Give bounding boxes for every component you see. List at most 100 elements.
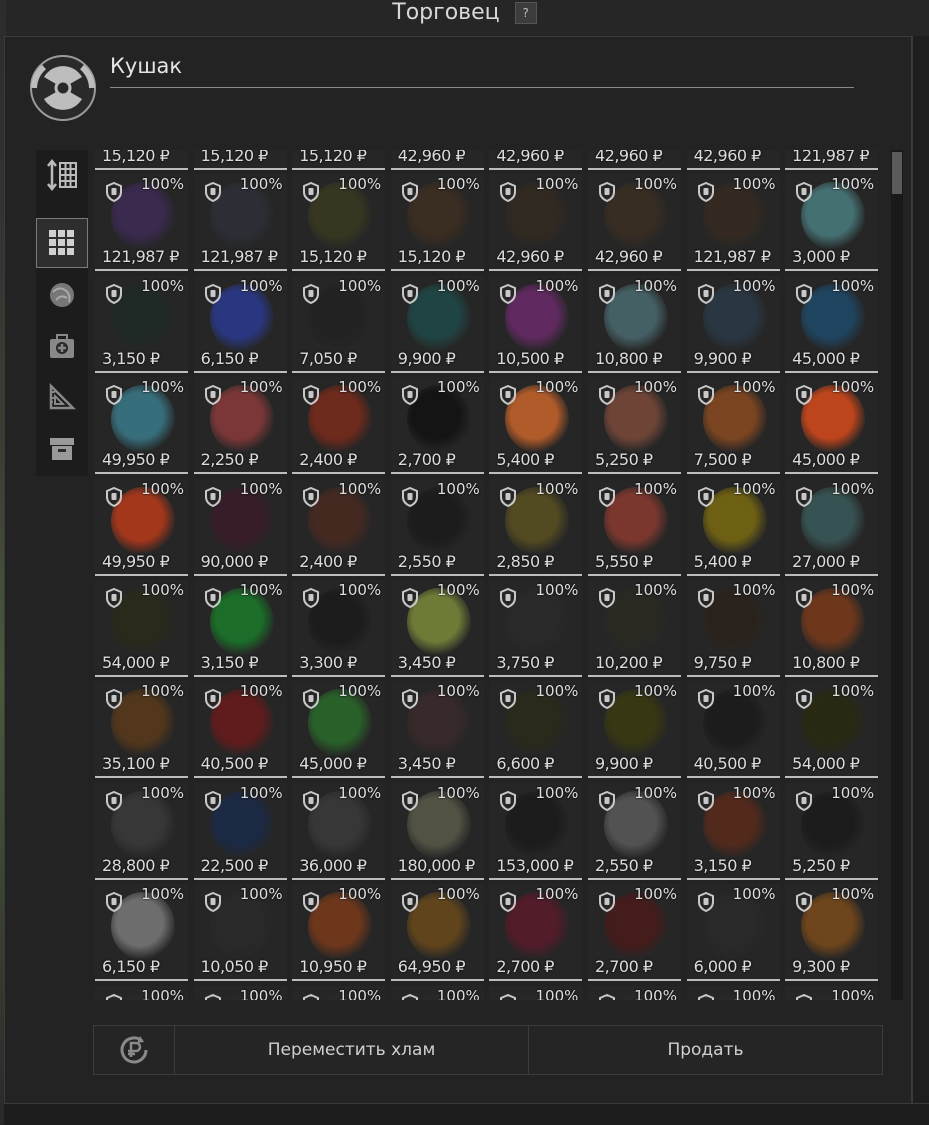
inventory-item[interactable]: 100%42,960 ₽ bbox=[588, 174, 681, 271]
inventory-item[interactable]: 100%2,550 ₽ bbox=[588, 783, 681, 880]
inventory-item[interactable]: 100%15,120 ₽ bbox=[95, 150, 188, 170]
inventory-item[interactable]: 100% bbox=[95, 986, 188, 1000]
inventory-item[interactable]: 100%45,000 ₽ bbox=[292, 681, 385, 778]
inventory-item[interactable]: 100%2,400 ₽ bbox=[292, 377, 385, 474]
inventory-item[interactable]: 100% bbox=[292, 986, 385, 1000]
item-durability: 100% bbox=[535, 581, 578, 599]
inventory-item[interactable]: 100%3,150 ₽ bbox=[194, 580, 287, 677]
inventory-item[interactable]: 100%10,950 ₽ bbox=[292, 884, 385, 981]
scrollbar-thumb[interactable] bbox=[892, 152, 902, 194]
inventory-item[interactable]: 100%45,000 ₽ bbox=[785, 276, 878, 373]
inventory-item[interactable]: 100%27,000 ₽ bbox=[785, 479, 878, 576]
inventory-item[interactable]: 100%40,500 ₽ bbox=[687, 681, 780, 778]
medicine-tab[interactable] bbox=[36, 321, 88, 371]
inventory-item[interactable]: 100%3,150 ₽ bbox=[95, 276, 188, 373]
inventory-item[interactable]: 100%42,960 ₽ bbox=[391, 150, 484, 170]
inventory-item[interactable]: 100%3,450 ₽ bbox=[391, 681, 484, 778]
inventory-item[interactable]: 100%10,200 ₽ bbox=[588, 580, 681, 677]
artifacts-tab[interactable] bbox=[36, 270, 88, 320]
inventory-item[interactable]: 100%15,120 ₽ bbox=[194, 150, 287, 170]
inventory-item[interactable]: 100%3,300 ₽ bbox=[292, 580, 385, 677]
inventory-item[interactable]: 100%54,000 ₽ bbox=[785, 681, 878, 778]
inventory-item[interactable]: 100%9,750 ₽ bbox=[687, 580, 780, 677]
inventory-item[interactable]: 100%5,250 ₽ bbox=[588, 377, 681, 474]
inventory-item[interactable]: 100%36,000 ₽ bbox=[292, 783, 385, 880]
inventory-item[interactable]: 100%3,150 ₽ bbox=[687, 783, 780, 880]
inventory-item[interactable]: 100%3,000 ₽ bbox=[785, 174, 878, 271]
inventory-item[interactable]: 100%9,900 ₽ bbox=[687, 276, 780, 373]
inventory-item[interactable]: 100%2,700 ₽ bbox=[489, 884, 582, 981]
inventory-item[interactable]: 100%2,700 ₽ bbox=[588, 884, 681, 981]
inventory-item[interactable]: 100%90,000 ₽ bbox=[194, 479, 287, 576]
inventory-item[interactable]: 100%9,900 ₽ bbox=[391, 276, 484, 373]
inventory-item[interactable]: 100%2,700 ₽ bbox=[391, 377, 484, 474]
inventory-item[interactable]: 100%42,960 ₽ bbox=[588, 150, 681, 170]
inventory-item[interactable]: 100% bbox=[687, 986, 780, 1000]
inventory-item[interactable]: 100%9,300 ₽ bbox=[785, 884, 878, 981]
inventory-item[interactable]: 100%2,550 ₽ bbox=[391, 479, 484, 576]
help-button[interactable]: ? bbox=[515, 2, 537, 24]
inventory-item[interactable]: 100%15,120 ₽ bbox=[292, 174, 385, 271]
auto-sell-button[interactable] bbox=[94, 1026, 175, 1074]
inventory-item[interactable]: 100%121,987 ₽ bbox=[785, 150, 878, 170]
inventory-item[interactable]: 100%3,450 ₽ bbox=[391, 580, 484, 677]
inventory-item[interactable]: 100%40,500 ₽ bbox=[194, 681, 287, 778]
inventory-item[interactable]: 100%10,500 ₽ bbox=[489, 276, 582, 373]
inventory-item[interactable]: 100%2,400 ₽ bbox=[292, 479, 385, 576]
inventory-item[interactable]: 100%5,400 ₽ bbox=[687, 479, 780, 576]
inventory-item[interactable]: 100%6,150 ₽ bbox=[95, 884, 188, 981]
window-bottom-bar bbox=[4, 1103, 929, 1125]
inventory-item[interactable]: 100%10,800 ₽ bbox=[588, 276, 681, 373]
inventory-item[interactable]: 100%10,800 ₽ bbox=[785, 580, 878, 677]
item-durability: 100% bbox=[634, 378, 677, 396]
shield-icon bbox=[401, 284, 419, 304]
inventory-item[interactable]: 100% bbox=[391, 986, 484, 1000]
inventory-item[interactable]: 100%2,850 ₽ bbox=[489, 479, 582, 576]
inventory-item[interactable]: 100%6,150 ₽ bbox=[194, 276, 287, 373]
sell-button[interactable]: Продать bbox=[529, 1026, 882, 1074]
shield-icon bbox=[204, 588, 222, 608]
inventory-item[interactable]: 100%153,000 ₽ bbox=[489, 783, 582, 880]
inventory-item[interactable]: 100%49,950 ₽ bbox=[95, 479, 188, 576]
scrollbar[interactable] bbox=[891, 150, 903, 1000]
inventory-item[interactable]: 100% bbox=[194, 986, 287, 1000]
item-durability: 100% bbox=[535, 480, 578, 498]
inventory-item[interactable]: 100%42,960 ₽ bbox=[489, 174, 582, 271]
inventory-item[interactable]: 100%121,987 ₽ bbox=[687, 174, 780, 271]
inventory-item[interactable]: 100%121,987 ₽ bbox=[95, 174, 188, 271]
shield-icon bbox=[697, 689, 715, 709]
sort-button[interactable] bbox=[36, 150, 88, 200]
inventory-item[interactable]: 100%15,120 ₽ bbox=[292, 150, 385, 170]
inventory-item[interactable]: 100%121,987 ₽ bbox=[194, 174, 287, 271]
radiation-logo-icon bbox=[30, 55, 96, 121]
inventory-item[interactable]: 100%42,960 ₽ bbox=[489, 150, 582, 170]
inventory-item[interactable]: 100%7,500 ₽ bbox=[687, 377, 780, 474]
all-items-tab[interactable] bbox=[36, 218, 88, 268]
inventory-item[interactable]: 100%5,550 ₽ bbox=[588, 479, 681, 576]
misc-tab[interactable] bbox=[36, 424, 88, 474]
inventory-item[interactable]: 100%180,000 ₽ bbox=[391, 783, 484, 880]
inventory-item[interactable]: 100%5,400 ₽ bbox=[489, 377, 582, 474]
inventory-item[interactable]: 100%54,000 ₽ bbox=[95, 580, 188, 677]
inventory-item[interactable]: 100%45,000 ₽ bbox=[785, 377, 878, 474]
inventory-item[interactable]: 100%35,100 ₽ bbox=[95, 681, 188, 778]
inventory-item[interactable]: 100%6,000 ₽ bbox=[687, 884, 780, 981]
inventory-item[interactable]: 100%49,950 ₽ bbox=[95, 377, 188, 474]
tools-tab[interactable] bbox=[36, 372, 88, 422]
inventory-item[interactable]: 100%9,900 ₽ bbox=[588, 681, 681, 778]
inventory-item[interactable]: 100%22,500 ₽ bbox=[194, 783, 287, 880]
inventory-item[interactable]: 100%28,800 ₽ bbox=[95, 783, 188, 880]
inventory-item[interactable]: 100%42,960 ₽ bbox=[687, 150, 780, 170]
inventory-item[interactable]: 100%7,050 ₽ bbox=[292, 276, 385, 373]
inventory-item[interactable]: 100%5,250 ₽ bbox=[785, 783, 878, 880]
inventory-item[interactable]: 100% bbox=[489, 986, 582, 1000]
inventory-item[interactable]: 100%3,750 ₽ bbox=[489, 580, 582, 677]
inventory-item[interactable]: 100%10,050 ₽ bbox=[194, 884, 287, 981]
inventory-item[interactable]: 100%15,120 ₽ bbox=[391, 174, 484, 271]
inventory-item[interactable]: 100%2,250 ₽ bbox=[194, 377, 287, 474]
move-junk-button[interactable]: Переместить хлам bbox=[175, 1026, 529, 1074]
inventory-item[interactable]: 100% bbox=[588, 986, 681, 1000]
inventory-item[interactable]: 100%64,950 ₽ bbox=[391, 884, 484, 981]
inventory-item[interactable]: 100%6,600 ₽ bbox=[489, 681, 582, 778]
inventory-item[interactable]: 100% bbox=[785, 986, 878, 1000]
